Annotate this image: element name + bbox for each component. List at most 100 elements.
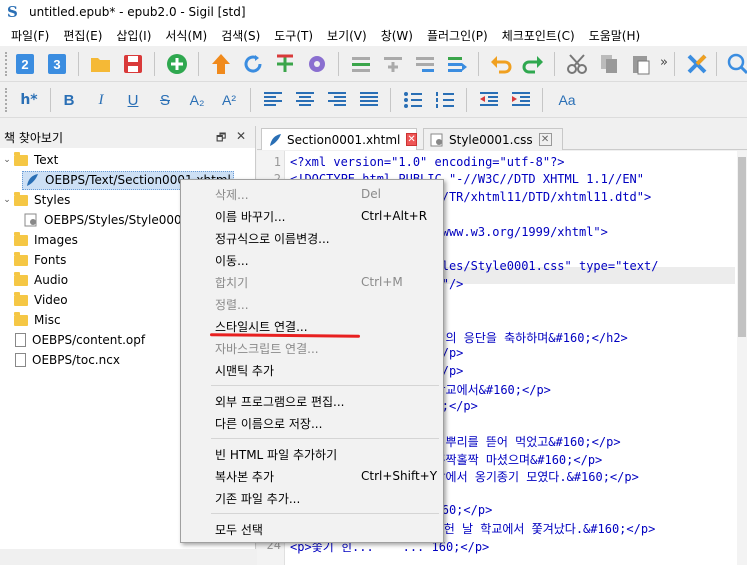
context-menu-item[interactable]: 외부 프로그램으로 편집... (181, 390, 443, 412)
menu-item-shortcut: Ctrl+M (361, 275, 403, 289)
folder-icon (14, 191, 28, 206)
chevron-down-icon[interactable]: ⌄ (2, 155, 12, 165)
menu-help[interactable]: 도움말(H) (582, 27, 648, 44)
menu-format[interactable]: 서식(M) (158, 27, 214, 44)
toolbar-separator (338, 52, 339, 76)
settings-gear-icon[interactable] (304, 51, 330, 77)
code-line: <?xml version="1.0" encoding="utf-8"?> (290, 155, 565, 169)
tree-item-label: OEBPS/content.opf (32, 333, 146, 347)
refresh-icon[interactable] (240, 51, 266, 77)
subscript-button[interactable]: A₂ (184, 87, 210, 113)
menu-tools[interactable]: 도구(T) (267, 27, 320, 44)
toolbar-separator (50, 88, 51, 112)
align-left-icon[interactable] (260, 87, 286, 113)
menu-edit[interactable]: 편집(E) (56, 27, 109, 44)
cut-scissors-icon[interactable] (564, 51, 590, 77)
align-justify-icon[interactable] (356, 87, 382, 113)
toolbar-separator (466, 88, 467, 112)
toolbar-grip[interactable] (5, 88, 9, 112)
menu-item-label: 이동... (215, 253, 249, 268)
add-metadata-icon[interactable] (272, 51, 298, 77)
decrease-indent-icon[interactable] (476, 87, 502, 113)
italic-button[interactable]: I (88, 87, 114, 113)
menu-search[interactable]: 검색(S) (214, 27, 267, 44)
bullet-list-icon[interactable] (400, 87, 426, 113)
book-browser-header: 책 찾아보기 🗗 ✕ (0, 126, 255, 148)
tree-folder-text[interactable]: ⌄ Text (0, 150, 255, 170)
context-menu-item: 삭제... Del (181, 183, 443, 205)
tab-close-icon[interactable]: ✕ (538, 133, 552, 146)
open-folder-icon[interactable] (88, 51, 114, 77)
bold-button[interactable]: B (56, 87, 82, 113)
close-icon[interactable]: ✕ (236, 129, 246, 143)
menu-window[interactable]: 창(W) (374, 27, 420, 44)
add-existing-icon[interactable] (164, 51, 190, 77)
context-menu-item[interactable]: 이름 바꾸기... Ctrl+Alt+R (181, 205, 443, 227)
code-view-icon[interactable]: 3 (44, 51, 70, 77)
toolbar-separator (78, 52, 79, 76)
menu-item-label: 시맨틱 추가 (215, 363, 275, 378)
underline-button[interactable]: U (120, 87, 146, 113)
align-right-icon[interactable] (324, 87, 350, 113)
undo-icon[interactable] (488, 51, 514, 77)
menu-plugins[interactable]: 플러그인(P) (420, 27, 495, 44)
context-menu-item[interactable]: 기존 파일 추가... (181, 487, 443, 509)
chevron-down-icon[interactable]: ⌄ (2, 195, 12, 205)
menu-item-shortcut: Ctrl+Alt+R (361, 209, 428, 223)
paste-icon[interactable] (628, 51, 654, 77)
context-menu-item[interactable]: 빈 HTML 파일 추가하기 (181, 443, 443, 465)
tab-style0001[interactable]: Style0001.css ✕ (423, 128, 563, 150)
file-icon (15, 353, 26, 367)
copy-icon[interactable] (596, 51, 622, 77)
menu-item-shortcut: Del (361, 187, 381, 201)
save-icon[interactable] (120, 51, 146, 77)
language-button[interactable]: Aa (552, 87, 582, 113)
toolbar-separator (198, 52, 199, 76)
validate-x-icon[interactable] (684, 51, 710, 77)
strikethrough-button[interactable]: S (152, 87, 178, 113)
menu-insert[interactable]: 삽입(I) (109, 27, 158, 44)
svg-text:2: 2 (21, 57, 28, 72)
undock-icon[interactable]: 🗗 (216, 129, 226, 148)
vertical-scrollbar[interactable] (737, 151, 747, 565)
context-menu-item[interactable]: 다른 이름으로 저장... (181, 412, 443, 434)
toc-icon[interactable] (412, 51, 438, 77)
menu-file[interactable]: 파일(F) (4, 27, 56, 44)
toolbar-separator (554, 52, 555, 76)
context-menu-item[interactable]: 정규식으로 이름변경... (181, 227, 443, 249)
increase-indent-icon[interactable] (508, 87, 534, 113)
search-icon[interactable] (724, 51, 747, 77)
numbered-list-icon[interactable] (432, 87, 458, 113)
menu-checkpoints[interactable]: 체크포인트(C) (495, 27, 582, 44)
menu-separator (211, 513, 439, 514)
insert-index-icon[interactable] (380, 51, 406, 77)
folder-icon (14, 291, 28, 306)
menu-item-label: 다른 이름으로 저장... (215, 416, 323, 431)
menu-item-label: 자바스크립트 연결... (215, 341, 319, 356)
scrollbar-thumb[interactable] (738, 157, 746, 337)
tree-item-label: Misc (34, 313, 61, 327)
folder-icon (14, 151, 28, 166)
insert-id-icon[interactable] (348, 51, 374, 77)
context-menu-item[interactable]: 복사본 추가 Ctrl+Shift+Y (181, 465, 443, 487)
toolbar-grip[interactable] (5, 52, 9, 76)
tree-item-label: Styles (34, 193, 71, 207)
tab-close-icon[interactable]: ✕ (406, 133, 417, 146)
context-menu-item[interactable]: 모두 선택 (181, 518, 443, 540)
toolbar-overflow-chevron-icon[interactable]: » (660, 55, 668, 70)
generate-toc-icon[interactable] (444, 51, 470, 77)
menu-view[interactable]: 보기(V) (320, 27, 374, 44)
heading-dropdown[interactable]: h* (14, 87, 44, 113)
redo-icon[interactable] (520, 51, 546, 77)
book-view-icon[interactable]: 2 (12, 51, 38, 77)
menu-separator (211, 438, 439, 439)
format-toolbar: h* B I U S A₂ A² Aa (0, 82, 747, 118)
context-menu-item[interactable]: 시맨틱 추가 (181, 359, 443, 381)
context-menu-item[interactable]: 이동... (181, 249, 443, 271)
menu-separator (211, 385, 439, 386)
tab-section0001[interactable]: Section0001.xhtml ✕ (261, 128, 417, 150)
align-center-icon[interactable] (292, 87, 318, 113)
up-arrow-icon[interactable] (208, 51, 234, 77)
context-menu-item: 합치기 Ctrl+M (181, 271, 443, 293)
superscript-button[interactable]: A² (216, 87, 242, 113)
